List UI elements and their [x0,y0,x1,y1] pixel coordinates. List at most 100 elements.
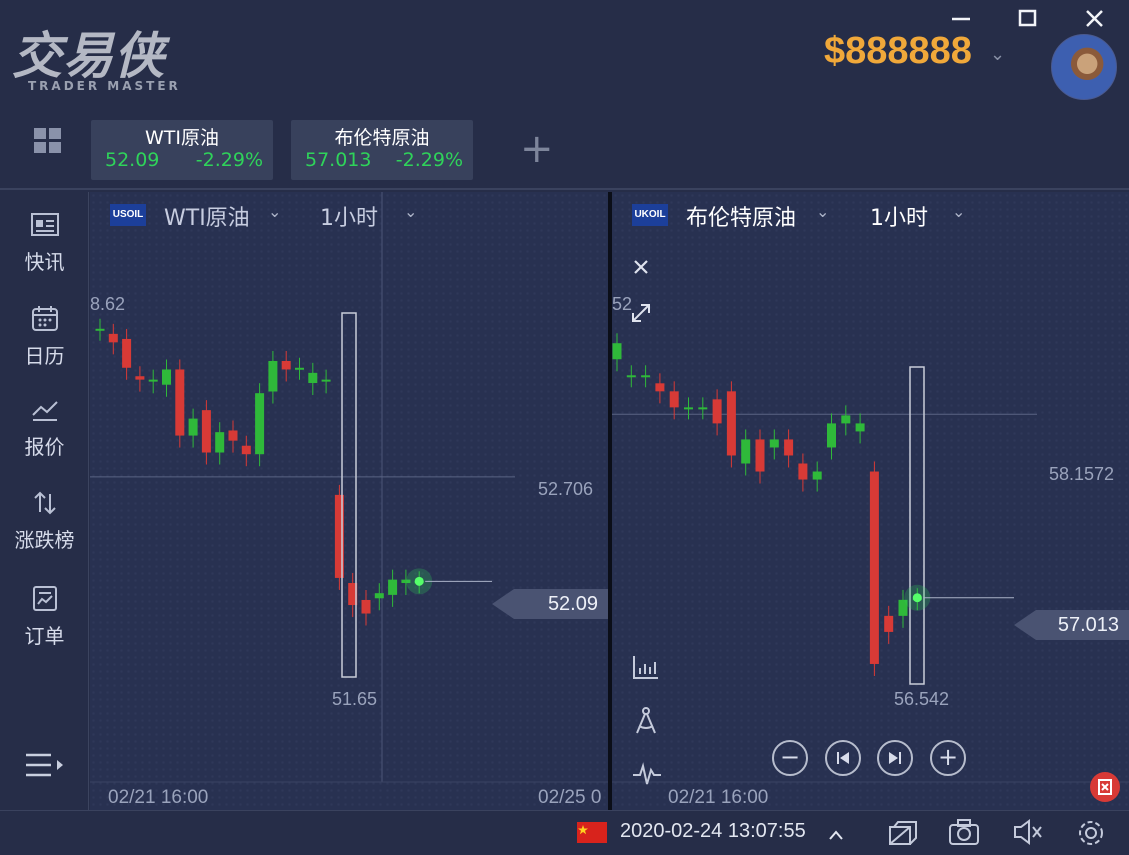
current-price-tag: 52.09 [492,589,608,619]
candle-body [669,391,679,408]
candle-body [308,372,318,384]
candle-body [95,328,105,331]
sidebar-item-calendar[interactable]: 日历 [0,304,89,369]
current-price-dot [414,576,424,586]
tab-name: 布伦特原油 [334,127,430,149]
candle-body [684,407,693,410]
crosshair-price-label: 52.706 [538,479,594,499]
low-price-label: 56.542 [894,689,950,709]
candle-body [641,375,651,378]
waveform-icon[interactable] [632,762,662,792]
candle-body [122,338,132,368]
candle-body [841,415,851,424]
candle-body [295,367,304,370]
sidebar-item-quote[interactable]: 报价 [0,397,89,460]
candle-body [798,463,808,480]
chart-panel-wti[interactable]: USOIL WTI原油 ⌄ 1小时 ⌄ 8.62 52.706 51.65 52… [90,192,608,810]
close-icon[interactable] [1084,8,1106,36]
indicator-icon[interactable] [632,654,660,684]
time-axis-start: 02/21 16:00 [668,787,769,808]
chart-panel-brent[interactable]: UKOIL 布伦特原油 ⌄ 1小时 ⌄ 52 58.1572 56.542 57… [612,192,1129,810]
mute-icon[interactable] [1012,818,1044,850]
candle-body [361,599,371,614]
candle-body [374,593,384,599]
zoom-in-button[interactable]: + [930,740,966,776]
tab-brent[interactable]: 布伦特原油 57.013 -2.29% [291,120,473,180]
alert-icon[interactable] [1090,772,1120,802]
tab-wti[interactable]: WTI原油 52.09 -2.29% [91,120,273,180]
menu-expand-icon[interactable] [0,750,89,780]
tab-name: WTI原油 [145,127,219,149]
tab-change: -2.29% [195,149,263,171]
current-price-tag: 57.013 [1014,610,1129,640]
quote-chart-icon [31,401,58,421]
grid-layout-icon[interactable] [34,128,62,154]
candle-body [175,369,185,436]
chevron-down-icon[interactable]: ⌄ [990,44,1005,65]
layers-icon[interactable] [888,818,918,852]
minimize-icon[interactable] [950,4,972,32]
updown-icon [33,491,56,515]
candle-body [712,399,722,424]
candle-body [321,379,331,382]
candle-body [698,407,708,410]
maximize-icon[interactable] [1017,8,1039,36]
logo-cn: 交易侠 [12,27,165,85]
add-tab-button[interactable]: + [520,126,554,172]
candle-body [268,360,278,392]
news-icon [30,213,59,236]
candle-body [135,376,145,380]
balance-amount[interactable]: $888888 [824,30,972,73]
high-price-label: 52 [612,294,633,314]
candle-body [255,393,265,455]
candle-body [162,369,171,385]
server-time: 2020-02-24 13:07:55 [620,820,806,842]
sidebar: 快讯 日历 报价 涨跌榜 订单 [0,192,89,810]
current-price-dot [912,593,922,603]
candlestick-chart[interactable] [90,192,608,810]
candle-body [108,333,118,343]
candle-body [388,579,398,595]
calendar-icon [31,306,58,331]
drawing-compass-icon[interactable] [632,706,660,740]
low-price-label: 51.65 [332,689,378,709]
candle-body [869,471,879,664]
candle-body [626,375,636,378]
crosshair-price-label: 58.1572 [1049,464,1115,484]
time-axis-end: 02/25 0 [538,787,602,808]
candle-body [188,418,198,436]
sidebar-item-label: 快讯 [24,250,65,274]
sidebar-item-news[interactable]: 快讯 [0,212,89,275]
candle-body [228,430,238,441]
range-highlight-box [341,312,357,678]
settings-icon[interactable] [1076,818,1106,852]
tab-price: 52.09 [105,149,160,171]
candle-body [148,379,158,382]
candle-body [755,439,765,472]
candle-body [655,383,665,392]
candle-body [812,471,822,480]
camera-icon[interactable] [948,818,980,850]
candle-body [201,410,211,453]
candlestick-chart[interactable] [612,192,1129,810]
scroll-start-button[interactable] [825,740,861,776]
sidebar-item-label: 报价 [24,435,65,459]
caret-up-icon[interactable] [828,826,844,845]
flag-cn-icon[interactable] [577,822,607,843]
scroll-end-button[interactable] [877,740,913,776]
sidebar-item-updown[interactable]: 涨跌榜 [0,490,89,553]
logo-en: TRADER MASTER [28,79,181,93]
sidebar-item-label: 涨跌榜 [14,528,75,552]
candle-body [827,423,836,448]
candle-body [884,615,894,632]
order-icon [32,586,57,611]
candle-body [769,439,779,448]
candle-body [726,391,736,456]
sidebar-item-label: 订单 [24,624,65,648]
avatar[interactable] [1051,34,1117,100]
candle-body [612,343,622,360]
sidebar-item-order[interactable]: 订单 [0,584,89,649]
tab-change: -2.29% [395,149,463,171]
candle-body [241,445,251,455]
zoom-out-button[interactable]: − [772,740,808,776]
